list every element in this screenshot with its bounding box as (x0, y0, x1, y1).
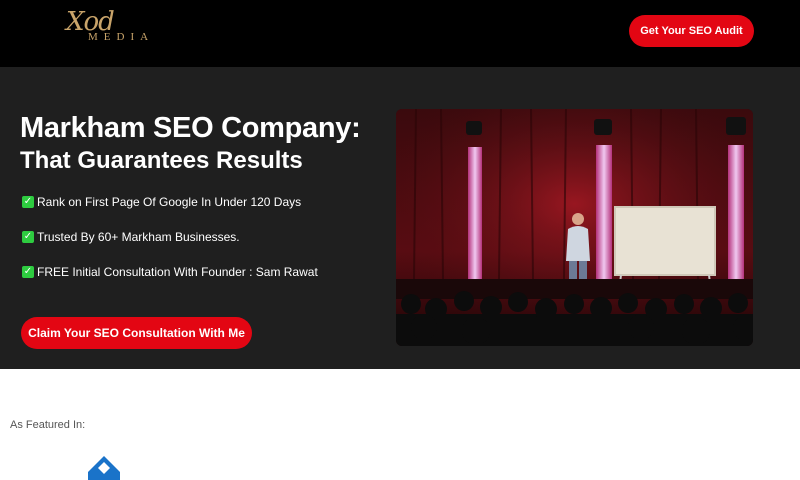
blue-diamond-logo-icon (88, 456, 120, 480)
speaker-on-stage-photo (396, 109, 753, 346)
check-mark-icon: ✓ (22, 196, 34, 208)
check-mark-icon: ✓ (22, 266, 34, 278)
stage-scene-illustration (396, 109, 753, 346)
hero-bullet: ✓ Rank on First Page Of Google In Under … (22, 195, 301, 209)
xod-media-logo[interactable]: Xod MEDIA (66, 7, 156, 49)
hero-title-line2: That Guarantees Results (20, 147, 303, 174)
hero-bullet: ✓ FREE Initial Consultation With Founder… (22, 265, 318, 279)
as-featured-in-label: As Featured In: (10, 419, 86, 431)
logo-wordmark: MEDIA (88, 31, 155, 43)
claim-consultation-button[interactable]: Claim Your SEO Consultation With Me (21, 317, 252, 349)
hero-title-line1: Markham SEO Company: (20, 112, 361, 144)
featured-publication-logo[interactable] (80, 456, 128, 480)
bullet-text: Rank on First Page Of Google In Under 12… (37, 195, 302, 209)
featured-publication-logo[interactable] (248, 474, 272, 480)
bullet-text: Trusted By 60+ Markham Businesses. (37, 230, 240, 244)
check-mark-icon: ✓ (22, 231, 34, 243)
hero-section: Markham SEO Company: That Guarantees Res… (0, 67, 800, 369)
get-seo-audit-button[interactable]: Get Your SEO Audit (629, 15, 754, 47)
bullet-text: FREE Initial Consultation With Founder :… (37, 265, 318, 279)
site-header: Xod MEDIA Get Your SEO Audit (0, 0, 800, 67)
hero-bullet: ✓ Trusted By 60+ Markham Businesses. (22, 230, 240, 244)
